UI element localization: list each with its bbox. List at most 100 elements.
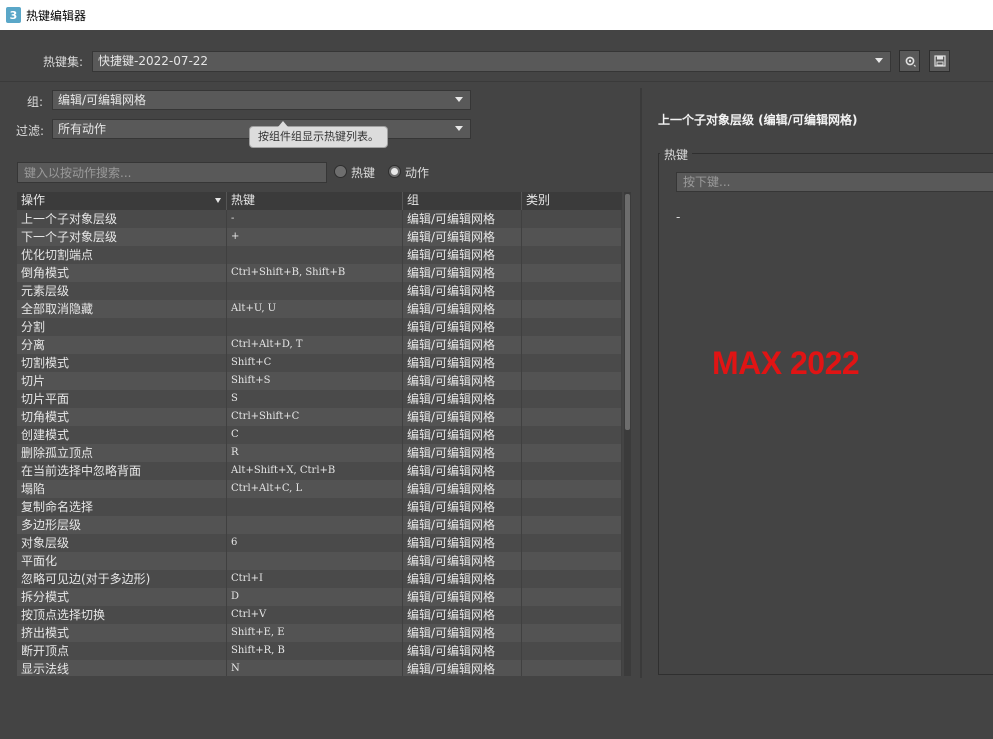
table-row[interactable]: 按顶点选择切换 Ctrl+V 编辑/可编辑网格 — [17, 606, 622, 624]
table-row[interactable]: 多边形层级 编辑/可编辑网格 — [17, 516, 622, 534]
table-row[interactable]: 在当前选择中忽略背面 Alt+Shift+X, Ctrl+B 编辑/可编辑网格 — [17, 462, 622, 480]
column-header-hotkey[interactable]: 热键 — [227, 192, 403, 210]
cell-action: 拆分模式 — [17, 588, 227, 606]
cell-category — [522, 336, 622, 354]
cell-hotkey: Alt+U, U — [227, 300, 403, 318]
radio-action[interactable] — [388, 165, 401, 178]
cell-action: 断开顶点 — [17, 642, 227, 660]
cell-group: 编辑/可编辑网格 — [403, 300, 522, 318]
table-row[interactable]: 下一个子对象层级 + 编辑/可编辑网格 — [17, 228, 622, 246]
cell-hotkey: N — [227, 660, 403, 676]
chevron-down-icon — [875, 58, 883, 63]
table-row[interactable]: 上一个子对象层级 - 编辑/可编辑网格 — [17, 210, 622, 228]
table-row[interactable]: 显示法线 N 编辑/可编辑网格 — [17, 660, 622, 676]
cell-category — [522, 318, 622, 336]
table-row[interactable]: 平面化 编辑/可编辑网格 — [17, 552, 622, 570]
cell-group: 编辑/可编辑网格 — [403, 606, 522, 624]
cell-action: 忽略可见边(对于多边形) — [17, 570, 227, 588]
table-row[interactable]: 创建模式 C 编辑/可编辑网格 — [17, 426, 622, 444]
cell-group: 编辑/可编辑网格 — [403, 498, 522, 516]
table-row[interactable]: 删除孤立顶点 R 编辑/可编辑网格 — [17, 444, 622, 462]
cell-hotkey: Ctrl+Shift+C — [227, 408, 403, 426]
cell-group: 编辑/可编辑网格 — [403, 210, 522, 228]
cell-action: 切片平面 — [17, 390, 227, 408]
table-row[interactable]: 拆分模式 D 编辑/可编辑网格 — [17, 588, 622, 606]
cell-group: 编辑/可编辑网格 — [403, 660, 522, 676]
table-row[interactable]: 对象层级 6 编辑/可编辑网格 — [17, 534, 622, 552]
window-title: 热键编辑器 — [26, 8, 87, 23]
column-header-category[interactable]: 类别 — [522, 192, 622, 210]
table-row[interactable]: 优化切割端点 编辑/可编辑网格 — [17, 246, 622, 264]
cell-category — [522, 570, 622, 588]
table-row[interactable]: 全部取消隐藏 Alt+U, U 编辑/可编辑网格 — [17, 300, 622, 318]
table-row[interactable]: 切割模式 Shift+C 编辑/可编辑网格 — [17, 354, 622, 372]
cell-action: 元素层级 — [17, 282, 227, 300]
hotkey-capture-input[interactable] — [676, 172, 993, 192]
hotkey-groupbox — [658, 153, 993, 675]
current-hotkey[interactable]: - — [676, 210, 680, 224]
cell-hotkey: Ctrl+Shift+B, Shift+B — [227, 264, 403, 282]
table-row[interactable]: 断开顶点 Shift+R, B 编辑/可编辑网格 — [17, 642, 622, 660]
cell-action: 倒角模式 — [17, 264, 227, 282]
scrollbar-thumb[interactable] — [625, 194, 630, 430]
column-header-group[interactable]: 组 — [403, 192, 522, 210]
table-row[interactable]: 切片 Shift+S 编辑/可编辑网格 — [17, 372, 622, 390]
cell-group: 编辑/可编辑网格 — [403, 336, 522, 354]
cell-action: 对象层级 — [17, 534, 227, 552]
cell-action: 平面化 — [17, 552, 227, 570]
hotkey-set-dropdown[interactable]: 快捷键-2022-07-22 — [92, 51, 891, 72]
group-dropdown[interactable]: 编辑/可编辑网格 — [52, 90, 471, 110]
cell-hotkey — [227, 318, 403, 336]
group-label: 组: — [27, 95, 44, 109]
column-header-action[interactable]: 操作 — [17, 192, 227, 210]
table-row[interactable]: 分离 Ctrl+Alt+D, T 编辑/可编辑网格 — [17, 336, 622, 354]
table-row[interactable]: 切角模式 Ctrl+Shift+C 编辑/可编辑网格 — [17, 408, 622, 426]
cell-group: 编辑/可编辑网格 — [403, 318, 522, 336]
cell-hotkey — [227, 246, 403, 264]
cell-category — [522, 660, 622, 676]
hotkey-set-value: 快捷键-2022-07-22 — [98, 54, 209, 68]
cell-category — [522, 426, 622, 444]
table-row[interactable]: 复制命名选择 编辑/可编辑网格 — [17, 498, 622, 516]
table-row[interactable]: 分割 编辑/可编辑网格 — [17, 318, 622, 336]
filter-tooltip: 按组件组显示热键列表。 — [249, 121, 388, 148]
table-row[interactable]: 元素层级 编辑/可编辑网格 — [17, 282, 622, 300]
cell-category — [522, 444, 622, 462]
save-button[interactable] — [929, 50, 950, 72]
cell-action: 多边形层级 — [17, 516, 227, 534]
cell-action: 分离 — [17, 336, 227, 354]
cell-group: 编辑/可编辑网格 — [403, 408, 522, 426]
cell-hotkey: Shift+E, E — [227, 624, 403, 642]
cell-action: 挤出模式 — [17, 624, 227, 642]
cell-hotkey — [227, 552, 403, 570]
table-row[interactable]: 倒角模式 Ctrl+Shift+B, Shift+B 编辑/可编辑网格 — [17, 264, 622, 282]
cell-category — [522, 246, 622, 264]
table-row[interactable]: 切片平面 S 编辑/可编辑网格 — [17, 390, 622, 408]
table-row[interactable]: 忽略可见边(对于多边形) Ctrl+I 编辑/可编辑网格 — [17, 570, 622, 588]
action-search-input[interactable] — [17, 162, 327, 183]
cell-category — [522, 282, 622, 300]
table-scrollbar[interactable] — [624, 192, 631, 676]
cell-action: 分割 — [17, 318, 227, 336]
table-row[interactable]: 塌陷 Ctrl+Alt+C, L 编辑/可编辑网格 — [17, 480, 622, 498]
radio-hotkey-label[interactable]: 热键 — [351, 164, 375, 181]
table-row[interactable]: 挤出模式 Shift+E, E 编辑/可编辑网格 — [17, 624, 622, 642]
cell-category — [522, 480, 622, 498]
radio-hotkey[interactable] — [334, 165, 347, 178]
cell-hotkey: Ctrl+I — [227, 570, 403, 588]
cell-category — [522, 372, 622, 390]
settings-button[interactable] — [899, 50, 920, 72]
cell-group: 编辑/可编辑网格 — [403, 462, 522, 480]
cell-hotkey: C — [227, 426, 403, 444]
cell-action: 塌陷 — [17, 480, 227, 498]
hotkey-set-label: 热键集: — [43, 55, 84, 69]
panel-splitter[interactable] — [640, 88, 642, 678]
cell-category — [522, 516, 622, 534]
cell-category — [522, 552, 622, 570]
cell-action: 上一个子对象层级 — [17, 210, 227, 228]
cell-action: 创建模式 — [17, 426, 227, 444]
cell-group: 编辑/可编辑网格 — [403, 390, 522, 408]
radio-action-label[interactable]: 动作 — [405, 164, 429, 181]
filter-label: 过滤: — [16, 124, 45, 138]
cell-category — [522, 390, 622, 408]
